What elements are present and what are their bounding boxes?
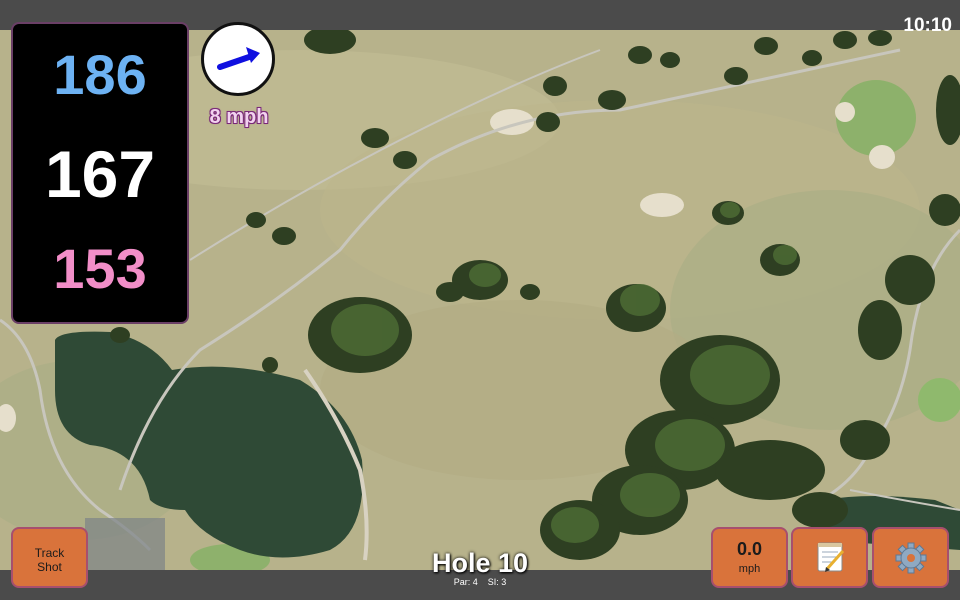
hole-par: Par: 4 bbox=[453, 577, 478, 587]
settings-button[interactable] bbox=[872, 527, 949, 588]
wind-speed-label: 8 mph bbox=[209, 106, 269, 128]
wind-direction-dial bbox=[201, 22, 275, 96]
track-shot-label: Track Shot bbox=[34, 546, 65, 574]
front-distance: 153 bbox=[53, 237, 147, 300]
clock-time: 10:10 bbox=[903, 15, 952, 36]
wind-arrow-icon bbox=[217, 47, 260, 70]
middle-distance: 167 bbox=[44, 137, 156, 211]
speed-value: 0.0 bbox=[736, 539, 763, 559]
hole-info: Par: 4 SI: 3 bbox=[380, 577, 580, 587]
hole-stroke-index: SI: 3 bbox=[487, 577, 507, 587]
gear-icon bbox=[895, 542, 927, 574]
speed-button[interactable]: 0.0 mph bbox=[711, 527, 788, 588]
notepad-icon bbox=[817, 542, 845, 572]
notes-button[interactable] bbox=[791, 527, 868, 588]
back-distance: 186 bbox=[53, 43, 147, 106]
speed-unit: mph bbox=[738, 563, 761, 575]
track-shot-button[interactable]: Track Shot bbox=[11, 527, 88, 588]
hole-title: Hole 10 bbox=[431, 548, 529, 578]
distance-panel: 186 167 153 bbox=[11, 22, 189, 324]
